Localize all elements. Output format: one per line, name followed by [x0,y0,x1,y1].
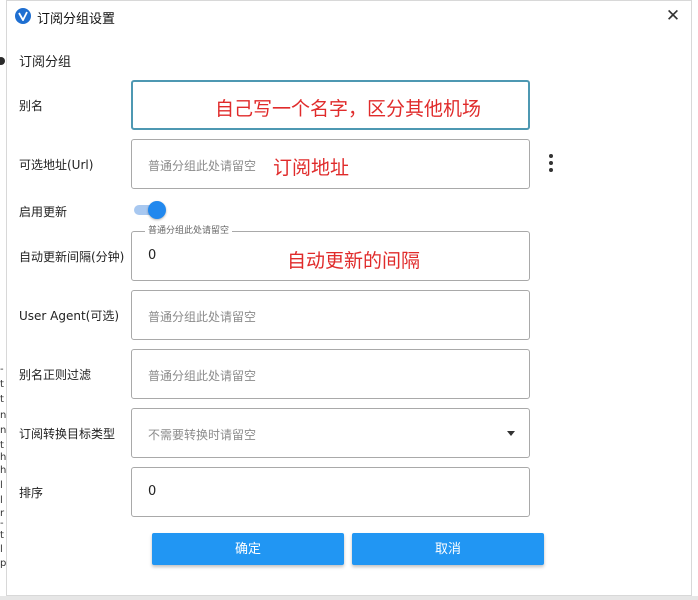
sort-value: 0 [148,484,157,499]
background-text-fragment: t [0,379,4,390]
user-agent-label: User Agent(可选) [19,309,120,323]
ok-button[interactable]: 确定 [152,533,344,565]
url-label: 可选地址(Url) [19,158,94,172]
update-interval-value: 0 [148,248,157,263]
alias-annotation: 自己写一个名字，区分其他机场 [215,98,482,120]
alias-filter-input[interactable]: 普通分组此处请留空 [131,349,530,399]
user-agent-placeholder: 普通分组此处请留空 [148,310,257,324]
background-text-fragment: l [0,480,3,491]
section-title: 订阅分组 [19,55,72,70]
background-text-fragment: t [0,530,4,541]
update-interval-label: 自动更新间隔(分钟) [19,250,125,264]
background-text-fragment: - [0,518,4,529]
background-text-fragment: t [0,440,4,451]
cancel-button[interactable]: 取消 [352,533,544,565]
update-interval-floating-label: 普通分组此处请留空 [145,226,233,236]
background-text-fragment: - [0,364,4,375]
dialog-titlebar: 订阅分组设置 ✕ [7,1,691,31]
update-interval-annotation: 自动更新的间隔 [287,250,421,272]
close-icon[interactable]: ✕ [661,4,685,28]
background-strip [0,596,698,600]
enable-update-label: 启用更新 [19,205,68,219]
url-annotation: 订阅地址 [273,157,350,179]
background-text-fragment: t [0,394,4,405]
subscription-group-dialog: 订阅分组设置 ✕ 订阅分组 别名 自己写一个名字，区分其他机场 可选地址(Url… [6,0,692,596]
alias-label: 别名 [19,99,44,113]
convert-target-placeholder: 不需要转换时请留空 [148,428,257,442]
app-logo-icon [15,8,31,24]
sort-input[interactable]: 0 [131,467,530,517]
dropdown-caret-icon [507,431,515,436]
enable-update-toggle[interactable] [134,201,166,219]
convert-target-select[interactable]: 不需要转换时请留空 [131,408,530,458]
alias-filter-label: 别名正则过滤 [19,368,92,382]
toggle-thumb [148,201,166,219]
url-placeholder: 普通分组此处请留空 [148,159,257,173]
background-dot-icon [0,57,5,65]
sort-label: 排序 [19,486,44,500]
user-agent-input[interactable]: 普通分组此处请留空 [131,290,530,340]
dialog-title: 订阅分组设置 [37,12,116,27]
background-text-fragment: l [0,495,3,506]
convert-target-label: 订阅转换目标类型 [19,427,116,441]
more-options-icon[interactable] [548,154,554,174]
alias-filter-placeholder: 普通分组此处请留空 [148,369,257,383]
background-text-fragment: l [0,544,3,555]
